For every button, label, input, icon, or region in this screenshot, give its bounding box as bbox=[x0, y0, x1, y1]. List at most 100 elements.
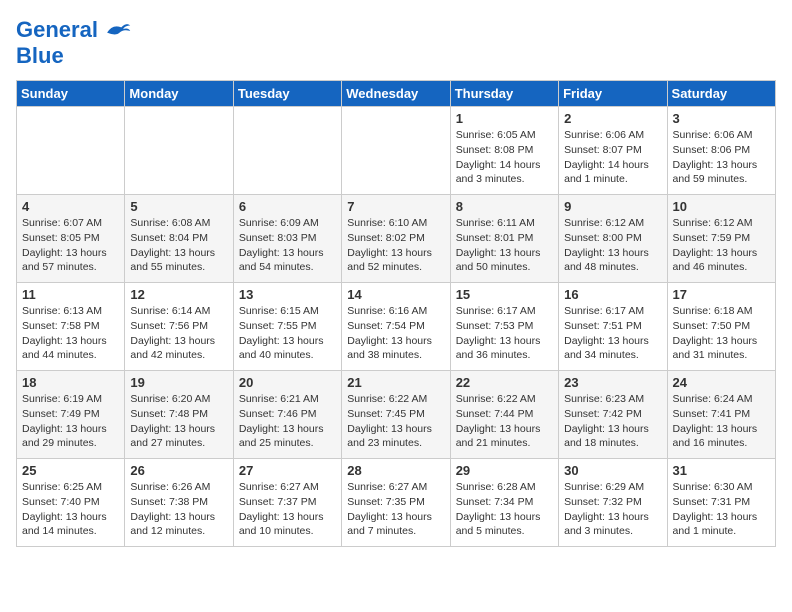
day-number: 15 bbox=[456, 287, 553, 302]
calendar-cell: 24 Sunrise: 6:24 AM Sunset: 7:41 PM Dayli… bbox=[667, 371, 775, 459]
day-number: 3 bbox=[673, 111, 770, 126]
day-number: 18 bbox=[22, 375, 119, 390]
day-info: Sunrise: 6:22 AM Sunset: 7:44 PM Dayligh… bbox=[456, 392, 553, 451]
calendar-cell: 19 Sunrise: 6:20 AM Sunset: 7:48 PM Dayli… bbox=[125, 371, 233, 459]
calendar-week-row: 11 Sunrise: 6:13 AM Sunset: 7:58 PM Dayli… bbox=[17, 283, 776, 371]
calendar-cell: 12Sunrise: 6:14 AM Sunset: 7:56 PM Dayli… bbox=[125, 283, 233, 371]
day-number: 27 bbox=[239, 463, 336, 478]
day-info: Sunrise: 6:26 AM Sunset: 7:38 PM Dayligh… bbox=[130, 480, 227, 539]
day-info: Sunrise: 6:16 AM Sunset: 7:54 PM Dayligh… bbox=[347, 304, 444, 363]
header-saturday: Saturday bbox=[667, 81, 775, 107]
calendar-cell: 7 Sunrise: 6:10 AM Sunset: 8:02 PM Daylig… bbox=[342, 195, 450, 283]
day-info: Sunrise: 6:29 AM Sunset: 7:32 PM Dayligh… bbox=[564, 480, 661, 539]
day-number: 11 bbox=[22, 287, 119, 302]
day-info: Sunrise: 6:12 AM Sunset: 7:59 PM Dayligh… bbox=[673, 216, 770, 275]
calendar-cell bbox=[17, 107, 125, 195]
logo-text-blue: Blue bbox=[16, 44, 132, 68]
calendar-cell: 1 Sunrise: 6:05 AM Sunset: 8:08 PM Daylig… bbox=[450, 107, 558, 195]
day-number: 22 bbox=[456, 375, 553, 390]
day-number: 14 bbox=[347, 287, 444, 302]
calendar-cell bbox=[233, 107, 341, 195]
day-number: 7 bbox=[347, 199, 444, 214]
calendar-cell: 4 Sunrise: 6:07 AM Sunset: 8:05 PM Daylig… bbox=[17, 195, 125, 283]
day-number: 4 bbox=[22, 199, 119, 214]
day-number: 31 bbox=[673, 463, 770, 478]
calendar-cell: 29Sunrise: 6:28 AM Sunset: 7:34 PM Dayli… bbox=[450, 459, 558, 547]
day-number: 28 bbox=[347, 463, 444, 478]
header-monday: Monday bbox=[125, 81, 233, 107]
day-number: 10 bbox=[673, 199, 770, 214]
day-info: Sunrise: 6:09 AM Sunset: 8:03 PM Dayligh… bbox=[239, 216, 336, 275]
day-number: 6 bbox=[239, 199, 336, 214]
day-info: Sunrise: 6:25 AM Sunset: 7:40 PM Dayligh… bbox=[22, 480, 119, 539]
day-info: Sunrise: 6:05 AM Sunset: 8:08 PM Dayligh… bbox=[456, 128, 553, 187]
day-number: 16 bbox=[564, 287, 661, 302]
header-tuesday: Tuesday bbox=[233, 81, 341, 107]
calendar-cell: 15 Sunrise: 6:17 AM Sunset: 7:53 PM Dayli… bbox=[450, 283, 558, 371]
calendar-cell: 6 Sunrise: 6:09 AM Sunset: 8:03 PM Daylig… bbox=[233, 195, 341, 283]
day-number: 24 bbox=[673, 375, 770, 390]
calendar-cell: 14 Sunrise: 6:16 AM Sunset: 7:54 PM Dayli… bbox=[342, 283, 450, 371]
calendar-cell: 31 Sunrise: 6:30 AM Sunset: 7:31 PM Dayli… bbox=[667, 459, 775, 547]
day-info: Sunrise: 6:30 AM Sunset: 7:31 PM Dayligh… bbox=[673, 480, 770, 539]
day-info: Sunrise: 6:10 AM Sunset: 8:02 PM Dayligh… bbox=[347, 216, 444, 275]
calendar-cell: 8 Sunrise: 6:11 AM Sunset: 8:01 PM Daylig… bbox=[450, 195, 558, 283]
calendar-cell: 26Sunrise: 6:26 AM Sunset: 7:38 PM Dayli… bbox=[125, 459, 233, 547]
calendar-cell: 28Sunrise: 6:27 AM Sunset: 7:35 PM Dayli… bbox=[342, 459, 450, 547]
day-info: Sunrise: 6:11 AM Sunset: 8:01 PM Dayligh… bbox=[456, 216, 553, 275]
calendar-cell: 3 Sunrise: 6:06 AM Sunset: 8:06 PM Daylig… bbox=[667, 107, 775, 195]
page-header: General Blue bbox=[16, 16, 776, 68]
calendar-cell: 2 Sunrise: 6:06 AM Sunset: 8:07 PM Daylig… bbox=[559, 107, 667, 195]
header-sunday: Sunday bbox=[17, 81, 125, 107]
day-number: 25 bbox=[22, 463, 119, 478]
day-info: Sunrise: 6:22 AM Sunset: 7:45 PM Dayligh… bbox=[347, 392, 444, 451]
calendar-header-row: SundayMondayTuesdayWednesdayThursdayFrid… bbox=[17, 81, 776, 107]
day-number: 9 bbox=[564, 199, 661, 214]
day-info: Sunrise: 6:17 AM Sunset: 7:53 PM Dayligh… bbox=[456, 304, 553, 363]
day-number: 2 bbox=[564, 111, 661, 126]
day-info: Sunrise: 6:06 AM Sunset: 8:06 PM Dayligh… bbox=[673, 128, 770, 187]
day-info: Sunrise: 6:18 AM Sunset: 7:50 PM Dayligh… bbox=[673, 304, 770, 363]
calendar-cell: 17Sunrise: 6:18 AM Sunset: 7:50 PM Dayli… bbox=[667, 283, 775, 371]
day-number: 12 bbox=[130, 287, 227, 302]
calendar-week-row: 1 Sunrise: 6:05 AM Sunset: 8:08 PM Daylig… bbox=[17, 107, 776, 195]
day-info: Sunrise: 6:24 AM Sunset: 7:41 PM Dayligh… bbox=[673, 392, 770, 451]
day-number: 29 bbox=[456, 463, 553, 478]
day-info: Sunrise: 6:12 AM Sunset: 8:00 PM Dayligh… bbox=[564, 216, 661, 275]
day-info: Sunrise: 6:07 AM Sunset: 8:05 PM Dayligh… bbox=[22, 216, 119, 275]
calendar-cell: 27 Sunrise: 6:27 AM Sunset: 7:37 PM Dayli… bbox=[233, 459, 341, 547]
day-info: Sunrise: 6:13 AM Sunset: 7:58 PM Dayligh… bbox=[22, 304, 119, 363]
logo-text: General bbox=[16, 18, 98, 42]
calendar-cell: 18Sunrise: 6:19 AM Sunset: 7:49 PM Dayli… bbox=[17, 371, 125, 459]
header-wednesday: Wednesday bbox=[342, 81, 450, 107]
calendar-cell: 20 Sunrise: 6:21 AM Sunset: 7:46 PM Dayli… bbox=[233, 371, 341, 459]
day-number: 19 bbox=[130, 375, 227, 390]
day-number: 5 bbox=[130, 199, 227, 214]
calendar-cell: 16Sunrise: 6:17 AM Sunset: 7:51 PM Dayli… bbox=[559, 283, 667, 371]
day-info: Sunrise: 6:21 AM Sunset: 7:46 PM Dayligh… bbox=[239, 392, 336, 451]
calendar-cell: 22 Sunrise: 6:22 AM Sunset: 7:44 PM Dayli… bbox=[450, 371, 558, 459]
day-number: 13 bbox=[239, 287, 336, 302]
day-info: Sunrise: 6:08 AM Sunset: 8:04 PM Dayligh… bbox=[130, 216, 227, 275]
calendar-cell: 13Sunrise: 6:15 AM Sunset: 7:55 PM Dayli… bbox=[233, 283, 341, 371]
day-info: Sunrise: 6:06 AM Sunset: 8:07 PM Dayligh… bbox=[564, 128, 661, 187]
calendar-week-row: 4 Sunrise: 6:07 AM Sunset: 8:05 PM Daylig… bbox=[17, 195, 776, 283]
calendar-cell: 30 Sunrise: 6:29 AM Sunset: 7:32 PM Dayli… bbox=[559, 459, 667, 547]
day-number: 21 bbox=[347, 375, 444, 390]
calendar-cell: 23Sunrise: 6:23 AM Sunset: 7:42 PM Dayli… bbox=[559, 371, 667, 459]
day-number: 30 bbox=[564, 463, 661, 478]
day-number: 1 bbox=[456, 111, 553, 126]
calendar-cell: 25 Sunrise: 6:25 AM Sunset: 7:40 PM Dayli… bbox=[17, 459, 125, 547]
calendar-table: SundayMondayTuesdayWednesdayThursdayFrid… bbox=[16, 80, 776, 547]
calendar-week-row: 25 Sunrise: 6:25 AM Sunset: 7:40 PM Dayli… bbox=[17, 459, 776, 547]
day-number: 8 bbox=[456, 199, 553, 214]
day-info: Sunrise: 6:20 AM Sunset: 7:48 PM Dayligh… bbox=[130, 392, 227, 451]
day-number: 23 bbox=[564, 375, 661, 390]
calendar-cell: 21 Sunrise: 6:22 AM Sunset: 7:45 PM Dayli… bbox=[342, 371, 450, 459]
header-friday: Friday bbox=[559, 81, 667, 107]
day-info: Sunrise: 6:27 AM Sunset: 7:37 PM Dayligh… bbox=[239, 480, 336, 539]
day-number: 20 bbox=[239, 375, 336, 390]
logo: General Blue bbox=[16, 16, 132, 68]
calendar-week-row: 18Sunrise: 6:19 AM Sunset: 7:49 PM Dayli… bbox=[17, 371, 776, 459]
calendar-cell: 10 Sunrise: 6:12 AM Sunset: 7:59 PM Dayli… bbox=[667, 195, 775, 283]
